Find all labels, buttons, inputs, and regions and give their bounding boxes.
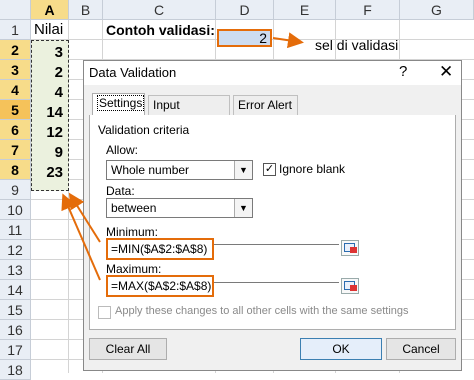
annotation-arrows xyxy=(61,32,304,281)
arrow-to-annotation xyxy=(272,32,304,49)
arrow-max-to-range xyxy=(61,193,101,281)
arrow-min-to-range xyxy=(68,192,101,243)
